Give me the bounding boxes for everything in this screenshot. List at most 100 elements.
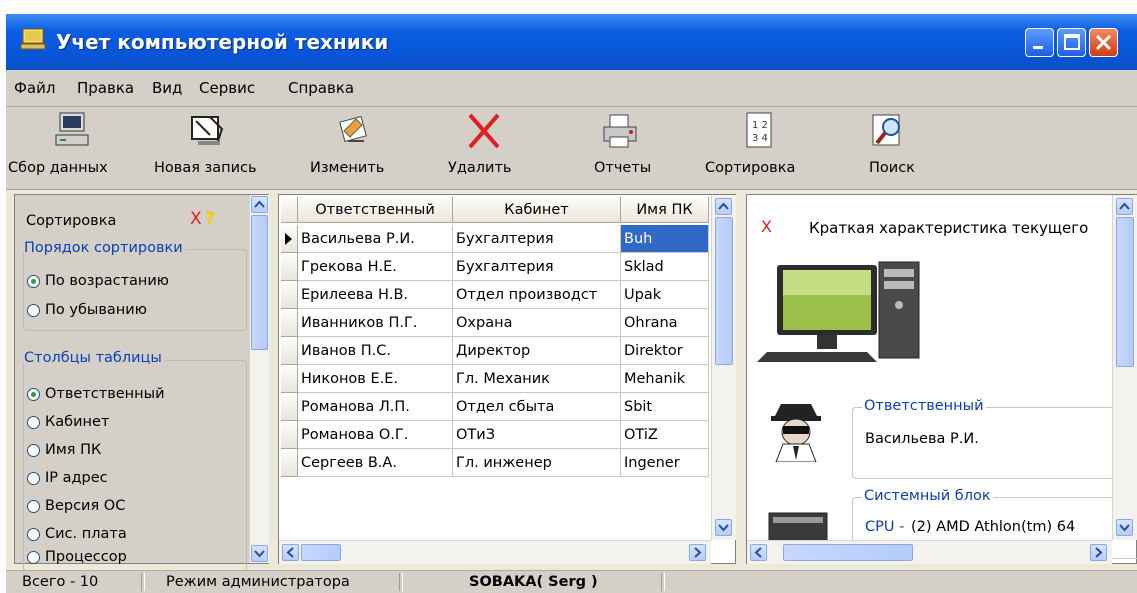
table-cell[interactable]: ОТиЗ [453,421,621,449]
menu-view[interactable]: Вид [152,79,182,97]
row-indicator[interactable] [281,281,298,309]
row-indicator[interactable] [281,253,298,281]
minimize-button[interactable] [1025,28,1054,57]
details-horizontal-scrollbar[interactable] [747,540,1112,564]
table-row[interactable]: Ерилеева Н.В. Отдел производст Upak [281,281,711,309]
table-row[interactable]: Иванов П.С. Директор Direktor [281,337,711,365]
table-row[interactable]: Васильева Р.И. Бухгалтерия Buh [281,225,711,253]
row-indicator[interactable] [281,449,298,477]
row-indicator[interactable] [281,337,298,365]
table-row[interactable]: Никонов Е.Е. Гл. Механик Mehanik [281,365,711,393]
table-cell[interactable]: Охрана [453,309,621,337]
radio-dot [27,304,40,317]
radio-dot [27,275,40,288]
table-cell[interactable]: Сергеев В.А. [298,449,453,477]
scroll-right-button[interactable] [1090,544,1107,561]
records-table[interactable]: Ответственный Кабинет Имя ПК Васильева Р… [278,194,736,564]
table-cell[interactable]: Ерилеева Н.В. [298,281,453,309]
maximize-button[interactable] [1057,28,1086,57]
table-cell[interactable]: Иванов П.С. [298,337,453,365]
table-cell[interactable]: Никонов Е.Е. [298,365,453,393]
scroll-left-button[interactable] [750,544,767,561]
chevron-down-icon [1119,524,1130,532]
current-row-arrow-icon [285,233,292,245]
table-vertical-scrollbar[interactable] [711,195,736,540]
scroll-up-button[interactable] [251,196,268,213]
scroll-thumb[interactable] [251,215,268,350]
table-cell[interactable]: Sbit [621,393,709,421]
table-cell[interactable]: Buh [621,225,709,253]
scroll-down-button[interactable] [251,545,268,562]
sort-panel-scrollbar[interactable] [249,195,269,563]
scroll-thumb[interactable] [715,217,733,365]
new-record-button[interactable]: Новая запись [146,107,266,189]
svg-text:3 4: 3 4 [752,133,768,144]
table-cell[interactable]: Ohrana [621,309,709,337]
table-cell[interactable]: Директор [453,337,621,365]
table-cell[interactable]: Direktor [621,337,709,365]
chevron-left-icon [754,547,762,558]
table-cell[interactable]: Гл. инженер [453,449,621,477]
columns-group-title: Столбцы таблицы [24,350,165,366]
collect-data-button[interactable]: Сбор данных [6,107,138,189]
table-row[interactable]: Романова О.Г. ОТиЗ OTiZ [281,421,711,449]
scroll-thumb[interactable] [1116,217,1134,367]
table-cell[interactable]: OTiZ [621,421,709,449]
scroll-up-button[interactable] [715,198,732,215]
toolbar: Сбор данных Новая запись Изменить Удалит… [6,107,1137,190]
column-header-responsible[interactable]: Ответственный [298,197,453,223]
scroll-left-button[interactable] [282,544,299,561]
table-cell[interactable]: Ingener [621,449,709,477]
minimize-icon [1033,46,1043,49]
details-panel: X Краткая характеристика текущего Ответс… [746,194,1137,564]
details-vertical-scrollbar[interactable] [1112,195,1137,540]
scroll-right-button[interactable] [689,544,706,561]
row-indicator[interactable] [281,225,298,253]
close-sort-panel-button[interactable]: X [190,209,202,229]
table-row[interactable]: Сергеев В.А. Гл. инженер Ingener [281,449,711,477]
printer-icon [603,114,637,148]
column-header-pcname[interactable]: Имя ПК [621,197,709,223]
table-cell[interactable]: Романова Л.П. [298,393,453,421]
column-header-cabinet[interactable]: Кабинет [453,197,621,223]
scroll-down-button[interactable] [1116,519,1133,536]
scroll-up-button[interactable] [1116,198,1133,215]
table-cell[interactable]: Upak [621,281,709,309]
table-cell[interactable]: Васильева Р.И. [298,225,453,253]
table-cell[interactable]: Бухгалтерия [453,225,621,253]
title-bar[interactable]: Учет компьютерной техники [6,14,1137,70]
row-indicator[interactable] [281,365,298,393]
close-window-button[interactable] [1089,28,1118,57]
delete-button[interactable]: Удалить [436,107,536,189]
table-cell[interactable]: Бухгалтерия [453,253,621,281]
table-cell[interactable]: Гл. Механик [453,365,621,393]
table-cell[interactable]: Иванников П.Г. [298,309,453,337]
sort-button[interactable]: 1 2 3 4 Сортировка [701,107,821,189]
table-cell[interactable]: Mehanik [621,365,709,393]
menu-file[interactable]: Файл [14,79,55,97]
table-cell[interactable]: Романова О.Г. [298,421,453,449]
table-cell[interactable]: Отдел производст [453,281,621,309]
scroll-thumb[interactable] [783,544,913,561]
table-row[interactable]: Романова Л.П. Отдел сбыта Sbit [281,393,711,421]
table-cell[interactable]: Отдел сбыта [453,393,621,421]
menu-edit[interactable]: Правка [77,79,134,97]
table-cell[interactable]: Грекова Н.Е. [298,253,453,281]
table-horizontal-scrollbar[interactable] [279,540,711,564]
scroll-thumb[interactable] [301,544,341,561]
table-row[interactable]: Грекова Н.Е. Бухгалтерия Sklad [281,253,711,281]
scroll-down-button[interactable] [715,519,732,536]
search-button[interactable]: Поиск [851,107,931,189]
table-row[interactable]: Иванников П.Г. Охрана Ohrana [281,309,711,337]
menu-service[interactable]: Сервис [199,79,255,97]
row-indicator[interactable] [281,309,298,337]
reports-button[interactable]: Отчеты [576,107,666,189]
table-cell[interactable]: Sklad [621,253,709,281]
help-button[interactable]: ? [205,209,215,229]
row-indicator[interactable] [281,393,298,421]
radio-dot [27,528,40,541]
edit-button[interactable]: Изменить [296,107,406,189]
close-details-button[interactable]: X [761,217,772,236]
menu-help[interactable]: Справка [288,79,354,97]
row-indicator[interactable] [281,421,298,449]
